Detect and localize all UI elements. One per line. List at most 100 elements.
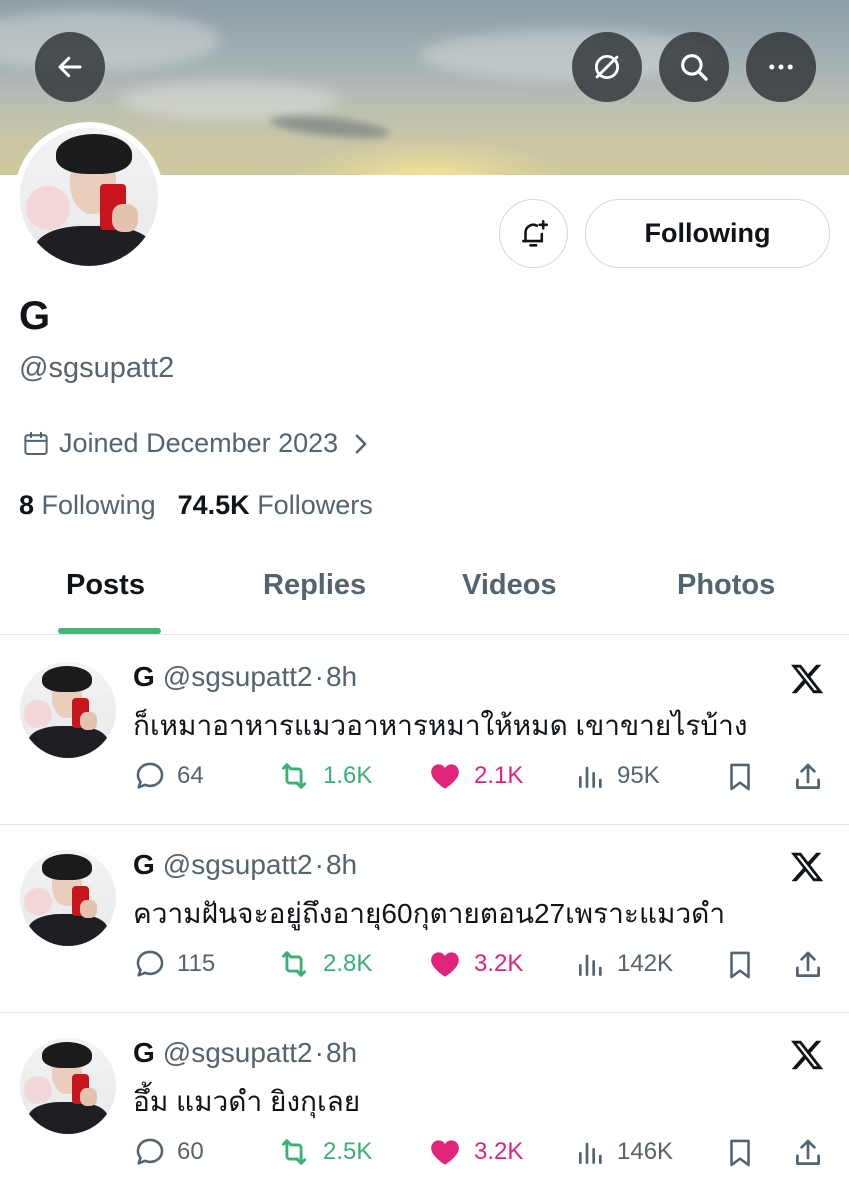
repost-button[interactable]: 1.6K	[275, 759, 372, 793]
views-button[interactable]: 95K	[575, 759, 660, 793]
heart-filled-icon	[431, 952, 459, 977]
bookmark-icon	[730, 1139, 750, 1167]
search-icon	[681, 54, 708, 81]
post-actions: 60 2.5K 3.2K 146K	[133, 1135, 833, 1179]
bookmark-icon	[730, 951, 750, 979]
following-count-link[interactable]: 8 Following	[19, 490, 156, 521]
views-chart-icon	[579, 1142, 602, 1164]
x-logo-icon	[790, 664, 824, 694]
post[interactable]: G @sgsupatt2 · 8h อึ้ม แมวดำ ยิงกุเลย 60…	[0, 1013, 849, 1200]
post-time[interactable]: 8h	[326, 1037, 357, 1069]
share-icon	[796, 951, 820, 977]
post-header: G @sgsupatt2 · 8h	[133, 661, 357, 693]
share-button[interactable]	[791, 947, 825, 983]
share-icon	[796, 763, 820, 789]
repost-button[interactable]: 2.8K	[275, 947, 372, 981]
profile-avatar[interactable]	[14, 122, 164, 272]
repost-count: 2.8K	[323, 950, 373, 977]
banner-sun-glow	[300, 140, 560, 175]
post-author-handle[interactable]: @sgsupatt2	[163, 849, 313, 881]
following-count: 8	[19, 490, 35, 520]
share-button[interactable]	[791, 759, 825, 795]
chevron-right-icon	[355, 434, 367, 453]
tab-replies[interactable]: Replies	[263, 569, 366, 602]
views-button[interactable]: 142K	[575, 947, 673, 981]
post-time[interactable]: 8h	[326, 849, 357, 881]
like-count: 3.2K	[474, 1138, 524, 1165]
more-button[interactable]	[746, 32, 816, 102]
views-count: 146K	[617, 1138, 674, 1165]
followers-count: 74.5K	[177, 490, 250, 520]
avatar-photo	[20, 128, 158, 266]
reply-icon	[136, 1138, 164, 1165]
search-button[interactable]	[659, 32, 729, 102]
repost-icon	[281, 951, 307, 977]
share-icon	[796, 1139, 820, 1165]
reply-button[interactable]: 64	[133, 759, 204, 793]
post-time[interactable]: 8h	[326, 661, 357, 693]
post-avatar[interactable]	[20, 850, 116, 946]
post-separator: ·	[314, 1037, 324, 1068]
grok-icon	[594, 54, 620, 80]
post-header: G @sgsupatt2 · 8h	[133, 1037, 357, 1069]
repost-icon	[281, 763, 307, 789]
bell-plus-icon	[521, 219, 548, 247]
post-avatar[interactable]	[20, 1038, 116, 1134]
x-logo-icon	[790, 852, 824, 882]
post-author-name[interactable]: G	[133, 1037, 155, 1069]
like-button[interactable]: 2.1K	[426, 759, 523, 793]
notifications-bell-button[interactable]	[499, 199, 568, 268]
bookmark-button[interactable]	[723, 1135, 757, 1171]
bookmark-button[interactable]	[723, 759, 757, 795]
post[interactable]: G @sgsupatt2 · 8h ความฝันจะอยู่ถึงอายุ60…	[0, 825, 849, 1013]
banner-cloud-streak	[269, 111, 391, 143]
post[interactable]: G @sgsupatt2 · 8h ก็เหมาอาหารแมวอาหารหมา…	[0, 637, 849, 825]
reply-icon	[136, 950, 164, 977]
post-author-name[interactable]: G	[133, 661, 155, 693]
views-chart-icon	[579, 766, 602, 788]
heart-filled-icon	[431, 764, 459, 789]
profile-handle: @sgsupatt2	[19, 352, 175, 384]
post-author-name[interactable]: G	[133, 849, 155, 881]
back-arrow-icon	[58, 56, 82, 78]
like-count: 2.1K	[474, 762, 524, 789]
like-count: 3.2K	[474, 950, 524, 977]
share-button[interactable]	[791, 1135, 825, 1171]
bookmark-button[interactable]	[723, 947, 757, 983]
profile-tabs: Posts Replies Videos Photos	[0, 555, 849, 635]
banner-cloud	[0, 10, 220, 70]
post-author-handle[interactable]: @sgsupatt2	[163, 661, 313, 693]
joined-date[interactable]: Joined December 2023	[21, 428, 370, 459]
post-header: G @sgsupatt2 · 8h	[133, 849, 357, 881]
views-count: 142K	[617, 950, 674, 977]
calendar-icon	[24, 431, 48, 455]
tab-photos[interactable]: Photos	[677, 569, 775, 602]
active-tab-indicator	[58, 628, 161, 634]
back-button[interactable]	[35, 32, 105, 102]
like-button[interactable]: 3.2K	[426, 1135, 523, 1169]
post-text: ก็เหมาอาหารแมวอาหารหมาให้หมด เขาขายไรบ้า…	[133, 710, 748, 741]
following-button[interactable]: Following	[585, 199, 830, 268]
reply-button[interactable]: 60	[133, 1135, 204, 1169]
more-icon	[769, 64, 793, 70]
views-button[interactable]: 146K	[575, 1135, 673, 1169]
follow-stats: 8 Following 74.5K Followers	[19, 490, 373, 521]
tab-posts[interactable]: Posts	[66, 569, 145, 602]
post-avatar[interactable]	[20, 662, 116, 758]
post-actions: 64 1.6K 2.1K 95K	[133, 759, 833, 803]
profile-name: G	[19, 294, 51, 338]
followers-label: Followers	[257, 490, 373, 520]
grok-button[interactable]	[572, 32, 642, 102]
followers-count-link[interactable]: 74.5K Followers	[178, 490, 373, 521]
post-separator: ·	[314, 661, 324, 692]
reply-count: 60	[177, 1138, 204, 1165]
like-button[interactable]: 3.2K	[426, 947, 523, 981]
following-label: Following	[41, 490, 156, 520]
repost-count: 1.6K	[323, 762, 373, 789]
repost-button[interactable]: 2.5K	[275, 1135, 372, 1169]
tab-videos[interactable]: Videos	[462, 569, 557, 602]
post-author-handle[interactable]: @sgsupatt2	[163, 1037, 313, 1069]
post-separator: ·	[314, 849, 324, 880]
reply-button[interactable]: 115	[133, 947, 215, 981]
repost-count: 2.5K	[323, 1138, 373, 1165]
